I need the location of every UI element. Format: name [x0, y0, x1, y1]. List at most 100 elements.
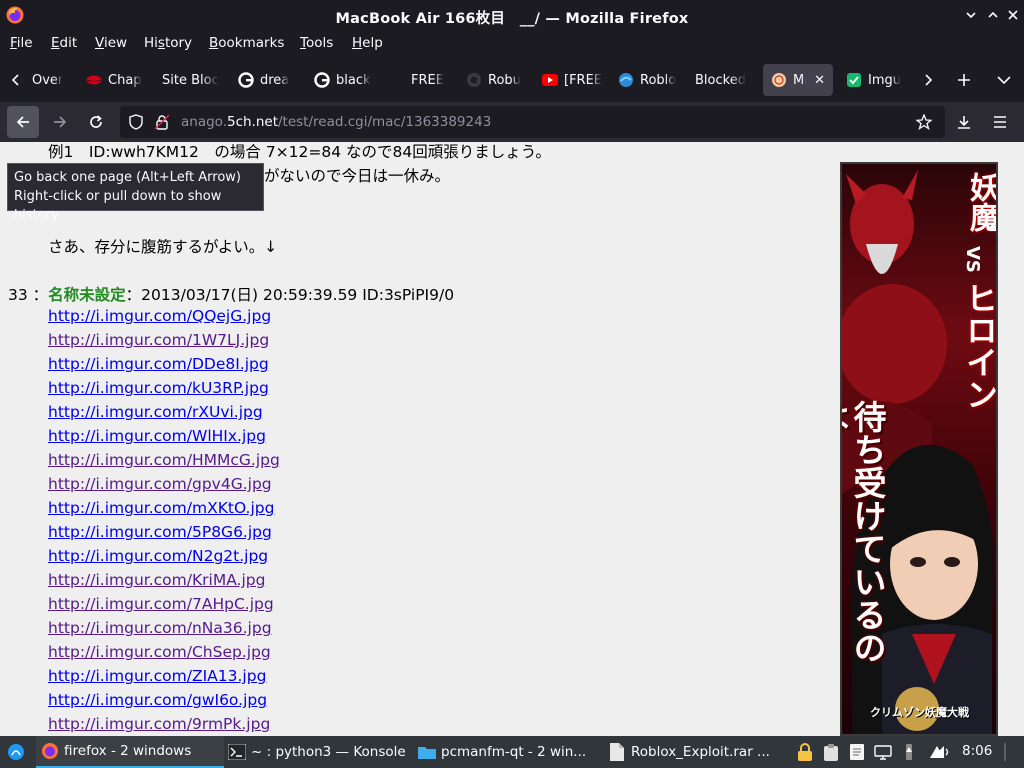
post-text-line: さあ、存分に腹筋するがよい。↓ — [48, 238, 278, 256]
imgur-link[interactable]: http://i.imgur.com/7AHpC.jpg — [48, 595, 274, 613]
tab-roblo[interactable]: Roblo — [618, 64, 678, 96]
post-number: 33 ： — [8, 286, 49, 304]
menu-bookmarks[interactable]: Bookmarks — [209, 35, 284, 51]
tracking-protection-shield-icon[interactable] — [129, 114, 143, 134]
tab-imgur[interactable]: Imgu — [846, 64, 906, 96]
menu-help[interactable]: Help — [352, 35, 383, 51]
reload-button[interactable] — [80, 106, 112, 138]
task-konsole[interactable]: ~ : python3 — Konsole — [228, 736, 413, 768]
app-launcher-icon[interactable] — [7, 743, 25, 761]
terminal-icon — [228, 743, 246, 761]
navigation-toolbar: anago.5ch.net/test/read.cgi/mac/13633892… — [0, 102, 1024, 142]
youtube-icon — [542, 72, 558, 88]
imgur-link[interactable]: http://i.imgur.com/nNa36.jpg — [48, 619, 272, 637]
downloads-button[interactable] — [948, 106, 980, 138]
ad-tagline: 待ち受けているのは… — [842, 400, 887, 664]
tab-macbook-active[interactable]: Ma ✕ — [763, 64, 833, 96]
tab-free-youtube[interactable]: [FREE — [542, 64, 604, 96]
network-icon[interactable] — [874, 743, 892, 761]
new-tab-icon[interactable] — [952, 68, 976, 92]
ad-title-heroine: ヒロイン — [961, 282, 998, 410]
taskbar: firefox - 2 windows ~ : python3 — Konsol… — [0, 736, 1024, 768]
firefox-icon — [41, 742, 59, 760]
imgur-link[interactable]: http://i.imgur.com/HMMcG.jpg — [48, 451, 280, 469]
url-bar[interactable]: anago.5ch.net/test/read.cgi/mac/13633892… — [120, 106, 945, 138]
menu-view[interactable]: View — [95, 35, 127, 51]
task-pcmanfm[interactable]: pcmanfm-qt - 2 win... — [418, 736, 603, 768]
imgur-link[interactable]: http://i.imgur.com/mXKtO.jpg — [48, 499, 274, 517]
5ch-icon — [771, 72, 787, 88]
window-title: MacBook Air 166枚目 __/ — Mozilla Firefox — [335, 11, 689, 27]
reload-icon — [90, 115, 102, 128]
imgur-link[interactable]: http://i.imgur.com/DDe8I.jpg — [48, 355, 269, 373]
imgur-icon — [846, 72, 862, 88]
volume-icon[interactable] — [934, 743, 952, 761]
tab-chap[interactable]: Chap — [86, 64, 146, 96]
show-desktop-icon[interactable] — [1000, 743, 1018, 761]
clipboard-icon[interactable] — [822, 743, 840, 761]
back-button[interactable] — [7, 106, 39, 138]
post-text-line: 例1 ID:wwh7KM12 の場合 7×12=84 なので84回頑張りましょう… — [48, 143, 551, 161]
ad-banner[interactable]: 妖魔 VS ヒロイン 待ち受けているのは… クリムゾン妖魔大戦 — [840, 162, 998, 736]
forward-arrow-icon — [54, 116, 67, 128]
imgur-link[interactable]: http://i.imgur.com/9rmPk.jpg — [48, 715, 270, 733]
menubar: File Edit View History Bookmarks Tools H… — [0, 31, 1024, 58]
hamburger-menu-icon — [994, 116, 1006, 128]
imgur-link[interactable]: http://i.imgur.com/gpv4G.jpg — [48, 475, 272, 493]
tab-robu[interactable]: Robu — [466, 64, 526, 96]
red-lips-icon — [86, 72, 102, 88]
lock-insecure-icon[interactable] — [154, 114, 170, 134]
file-icon — [608, 743, 626, 761]
menu-file[interactable]: File — [10, 35, 33, 51]
bookmark-star-icon[interactable] — [915, 113, 933, 134]
imgur-link[interactable]: http://i.imgur.com/KriMA.jpg — [48, 571, 265, 589]
imgur-link[interactable]: http://i.imgur.com/kU3RP.jpg — [48, 379, 269, 397]
notes-icon[interactable] — [848, 743, 866, 761]
tabs-scroll-left-icon[interactable] — [4, 68, 28, 92]
imgur-link[interactable]: http://i.imgur.com/5P8G6.jpg — [48, 523, 272, 541]
edge-icon — [618, 72, 634, 88]
google-icon — [314, 72, 330, 88]
close-window-icon[interactable] — [1004, 6, 1022, 24]
back-arrow-icon — [16, 116, 29, 128]
ad-title-yoma: 妖魔 — [964, 172, 998, 232]
tab-free[interactable]: FREE — [411, 64, 451, 96]
imgur-link[interactable]: http://i.imgur.com/gwI6o.jpg — [48, 691, 267, 709]
list-all-tabs-icon[interactable] — [992, 68, 1016, 92]
app-menu-button[interactable] — [984, 106, 1016, 138]
google-icon — [238, 72, 254, 88]
forward-button[interactable] — [44, 106, 76, 138]
ad-logo-text: クリムゾン妖魔大戦 — [870, 706, 969, 719]
imgur-link[interactable]: http://i.imgur.com/rXUvi.jpg — [48, 403, 263, 421]
imgur-link[interactable]: http://i.imgur.com/N2g2t.jpg — [48, 547, 268, 565]
post-text-line: がないので今日は一休み。 — [264, 167, 451, 185]
menu-edit[interactable]: Edit — [51, 35, 77, 51]
task-roblox-exploit[interactable]: Roblox_Exploit.rar ... — [608, 736, 783, 768]
tabs-scroll-right-icon[interactable] — [916, 68, 940, 92]
folder-icon — [418, 743, 436, 761]
imgur-link[interactable]: http://i.imgur.com/QQejG.jpg — [48, 307, 271, 325]
ad-vs: VS — [962, 246, 983, 273]
back-button-tooltip: Go back one page (Alt+Left Arrow) Right-… — [7, 163, 264, 223]
imgur-link[interactable]: http://i.imgur.com/ChSep.jpg — [48, 643, 271, 661]
post-header: 33 ：名称未設定：2013/03/17(日) 20:59:39.59 ID:3… — [8, 283, 454, 305]
imgur-link[interactable]: http://i.imgur.com/1W7LJ.jpg — [48, 331, 269, 349]
tab-blocked[interactable]: Blocked — [695, 64, 750, 96]
close-tab-icon[interactable]: ✕ — [814, 73, 825, 88]
lock-screen-icon[interactable] — [796, 743, 814, 761]
tab-dream-google[interactable]: drea — [238, 64, 298, 96]
minimize-icon[interactable] — [962, 6, 980, 24]
tab-over[interactable]: Over — [32, 64, 72, 96]
url-text[interactable]: anago.5ch.net/test/read.cgi/mac/13633892… — [181, 114, 491, 130]
imgur-link[interactable]: http://i.imgur.com/ZIA13.jpg — [48, 667, 266, 685]
task-firefox[interactable]: firefox - 2 windows — [36, 736, 224, 768]
poster-name[interactable]: 名称未設定 — [48, 286, 126, 304]
tab-site-blocked[interactable]: Site Bloc — [162, 64, 224, 96]
menu-tools[interactable]: Tools — [300, 35, 333, 51]
menu-history[interactable]: History — [144, 35, 192, 51]
tab-black-google[interactable]: black — [314, 64, 374, 96]
clock[interactable]: 8:06 — [962, 743, 992, 759]
imgur-link[interactable]: http://i.imgur.com/WlHIx.jpg — [48, 427, 266, 445]
maximize-icon[interactable] — [984, 6, 1002, 24]
battery-icon[interactable] — [900, 743, 918, 761]
